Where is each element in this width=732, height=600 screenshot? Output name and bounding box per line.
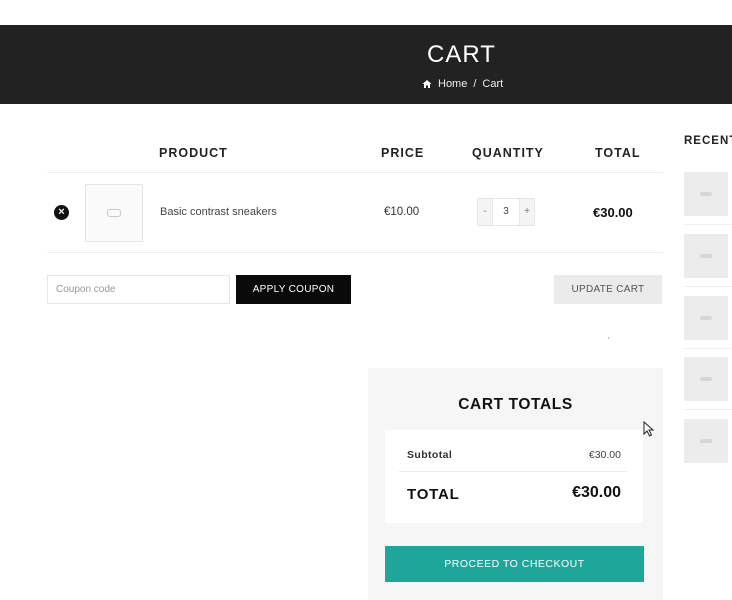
image-placeholder-icon — [700, 192, 712, 196]
page-header: CART Home / Cart — [0, 25, 732, 104]
coupon-code-input[interactable] — [47, 275, 230, 304]
quantity-decrease-button[interactable]: - — [478, 199, 492, 225]
subtotal-label: Subtotal — [407, 449, 453, 461]
recent-product-thumbnail[interactable] — [684, 296, 728, 340]
breadcrumb-home[interactable]: Home — [438, 78, 467, 90]
recent-product-thumbnail[interactable] — [684, 234, 728, 278]
breadcrumb: Home / Cart — [422, 78, 503, 90]
quantity-increase-button[interactable]: + — [520, 199, 534, 225]
sidebar-divider — [684, 224, 732, 225]
image-placeholder-icon — [107, 209, 121, 217]
image-placeholder-icon — [700, 439, 712, 443]
recent-product-thumbnail[interactable] — [684, 172, 728, 216]
col-header-total: TOTAL — [595, 146, 641, 160]
sidebar-divider — [684, 348, 732, 349]
cart-totals-panel: CART TOTALS Subtotal €30.00 TOTAL €30.00… — [368, 368, 663, 600]
subtotal-value: €30.00 — [588, 449, 621, 461]
product-thumbnail[interactable] — [85, 184, 143, 242]
cart-totals-title: CART TOTALS — [458, 396, 573, 413]
row-total: €30.00 — [593, 205, 633, 220]
top-strip — [0, 0, 732, 25]
sidebar-recent-title: RECENT — [684, 135, 732, 147]
image-placeholder-icon — [700, 377, 712, 381]
table-divider — [47, 252, 663, 253]
update-cart-button[interactable]: UPDATE CART — [554, 275, 662, 304]
breadcrumb-separator: / — [473, 78, 477, 90]
cart-totals-table: Subtotal €30.00 TOTAL €30.00 — [385, 430, 643, 523]
product-price: €10.00 — [384, 206, 420, 218]
recent-product-thumbnail[interactable] — [684, 419, 728, 463]
sidebar-divider — [684, 286, 732, 287]
image-placeholder-icon — [700, 254, 712, 258]
home-icon — [422, 80, 432, 88]
col-header-product: PRODUCT — [159, 146, 228, 160]
mouse-cursor-icon — [643, 421, 655, 437]
totals-divider — [399, 471, 627, 472]
table-divider — [47, 172, 663, 173]
remove-item-icon[interactable]: × — [54, 205, 69, 220]
col-header-price: PRICE — [381, 146, 425, 160]
product-name-link[interactable]: Basic contrast sneakers — [160, 206, 277, 218]
total-label: TOTAL — [407, 486, 460, 503]
recent-product-thumbnail[interactable] — [684, 357, 728, 401]
proceed-to-checkout-button[interactable]: PROCEED TO CHECKOUT — [385, 546, 644, 582]
divider-dot — [608, 337, 609, 339]
apply-coupon-button[interactable]: APPLY COUPON — [236, 275, 351, 304]
quantity-stepper: - 3 + — [477, 198, 535, 226]
col-header-quantity: QUANTITY — [472, 146, 544, 160]
breadcrumb-current: Cart — [482, 78, 504, 90]
sidebar-divider — [684, 409, 732, 410]
total-value: €30.00 — [572, 484, 621, 501]
page-title: CART — [427, 41, 496, 68]
image-placeholder-icon — [700, 316, 712, 320]
quantity-input[interactable]: 3 — [492, 199, 520, 225]
